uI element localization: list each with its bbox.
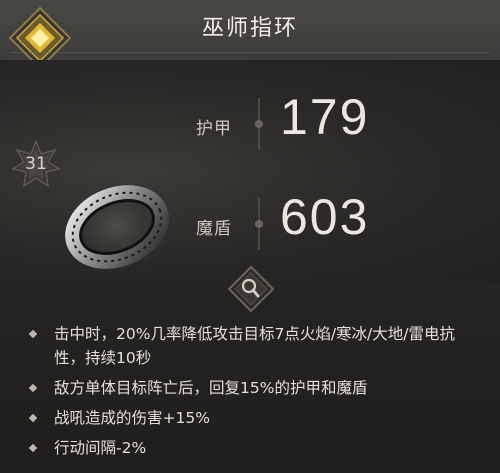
- effect-item: 战吼造成的伤害+15%: [28, 406, 482, 430]
- header-divider: [10, 52, 490, 53]
- item-stats-panel: 31 护甲 179 魔盾 603: [0, 60, 500, 283]
- armor-label: 护甲: [196, 119, 232, 139]
- effect-text: 击中时，20%几率降低攻击目标7点火焰/寒冰/大地/雷电抗性，持续10秒: [54, 325, 455, 367]
- magic-shield-divider-dot: [255, 220, 263, 228]
- effect-text: 敌方单体目标阵亡后，回复15%的护甲和魔盾: [54, 379, 368, 397]
- tooltip-header: 巫师指环: [0, 0, 500, 70]
- effect-item: 敌方单体目标阵亡后，回复15%的护甲和魔盾: [28, 376, 482, 400]
- diamond-bullet-icon: [28, 383, 38, 393]
- armor-value: 179: [280, 89, 370, 145]
- effect-text: 行动间隔-2%: [54, 439, 147, 457]
- magnifier-icon[interactable]: [228, 266, 274, 312]
- item-name-title: 巫师指环: [201, 16, 298, 41]
- diamond-bullet-icon: [28, 329, 38, 339]
- diamond-bullet-icon: [28, 413, 38, 423]
- item-level: 31: [25, 154, 47, 174]
- magic-shield-value: 603: [280, 189, 370, 245]
- effect-item: 击中时，20%几率降低攻击目标7点火焰/寒冰/大地/雷电抗性，持续10秒: [28, 322, 482, 370]
- item-tooltip-card: 巫师指环 31 护甲 179 魔盾 603 击中时，20%几率降低攻击目标7点火…: [0, 0, 500, 473]
- diamond-bullet-icon: [28, 443, 38, 453]
- effect-item: 行动间隔-2%: [28, 436, 482, 460]
- magic-shield-label: 魔盾: [196, 219, 232, 239]
- effect-text: 战吼造成的伤害+15%: [54, 409, 210, 427]
- ring-icon: [55, 173, 179, 281]
- armor-divider-dot: [255, 120, 263, 128]
